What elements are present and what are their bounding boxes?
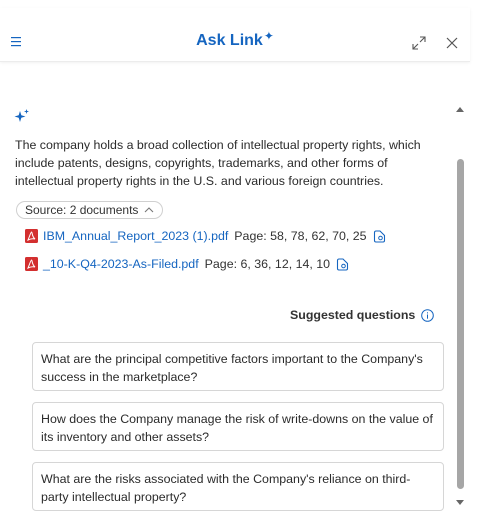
document-link[interactable]: IBM_Annual_Report_2023 (1).pdf	[43, 229, 228, 243]
title-sparkle-icon: ✦	[263, 29, 274, 43]
expand-icon[interactable]	[412, 36, 426, 50]
source-label: Source: 2 documents	[25, 203, 139, 217]
document-pages: Page: 58, 78, 62, 70, 25	[234, 229, 367, 243]
info-icon[interactable]	[421, 308, 435, 322]
source-toggle[interactable]: Source: 2 documents	[16, 201, 164, 219]
source-document: _10-K-Q4-2023-As-Filed.pdf Page: 6, 36, …	[25, 255, 349, 273]
vertical-scrollbar[interactable]	[455, 105, 465, 507]
scroll-up-arrow-icon[interactable]	[455, 105, 465, 115]
close-icon[interactable]	[444, 35, 460, 51]
panel-title: Ask Link✦	[0, 29, 470, 50]
suggested-questions-label: Suggested questions	[290, 308, 416, 322]
sparkle-icon	[14, 109, 29, 122]
open-document-icon[interactable]	[373, 229, 386, 243]
document-link[interactable]: _10-K-Q4-2023-As-Filed.pdf	[43, 257, 199, 271]
pdf-icon	[25, 229, 38, 243]
pdf-icon	[25, 257, 38, 271]
chevron-up-icon	[145, 207, 154, 213]
title-text: Ask Link	[196, 32, 263, 49]
suggested-question[interactable]: How does the Company manage the risk of …	[32, 402, 444, 451]
suggested-question[interactable]: What are the principal competitive facto…	[32, 342, 444, 391]
panel-header: Ask Link✦	[0, 8, 470, 62]
scrollbar-thumb[interactable]	[457, 159, 464, 489]
suggested-question[interactable]: What are the risks associated with the C…	[32, 462, 444, 511]
source-document: IBM_Annual_Report_2023 (1).pdf Page: 58,…	[25, 227, 386, 245]
ask-link-panel: Ask Link✦ The company holds a broad coll…	[0, 8, 470, 522]
answer-text: The company holds a broad collection of …	[15, 138, 421, 188]
suggested-questions-heading: Suggested questions	[290, 308, 435, 322]
open-document-icon[interactable]	[336, 257, 349, 271]
document-pages: Page: 6, 36, 12, 14, 10	[204, 257, 331, 271]
scroll-down-arrow-icon[interactable]	[455, 497, 465, 507]
